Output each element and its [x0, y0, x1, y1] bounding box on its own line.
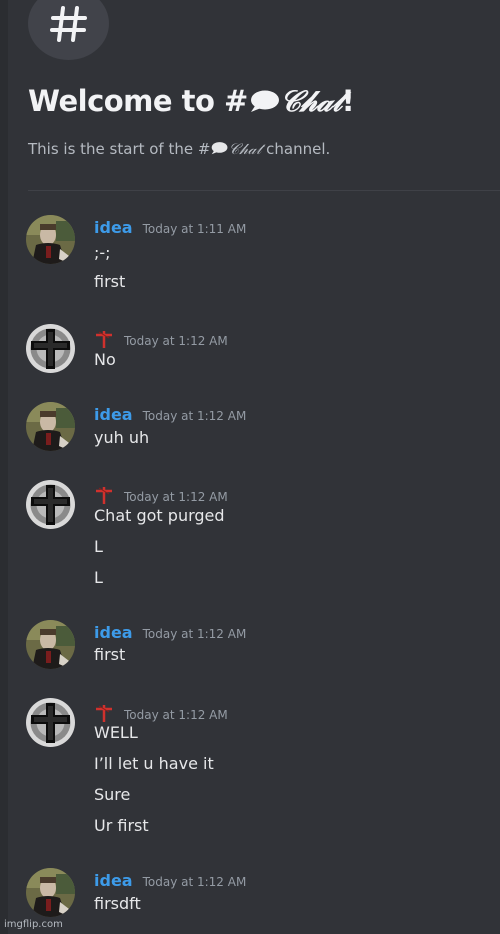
message-header: idea Today at 1:11 AM	[94, 218, 246, 237]
message-text: L	[94, 568, 103, 587]
welcome-title: Welcome to # 𝒞𝒽𝒶𝓉!	[28, 84, 355, 118]
timestamp[interactable]: Today at 1:12 AM	[124, 490, 228, 504]
dagger-cross-icon	[96, 331, 112, 348]
sidebar-edge	[0, 0, 8, 934]
hash-icon	[49, 5, 87, 42]
message-text: firsdft	[94, 894, 141, 913]
speech-bubble-icon	[250, 90, 279, 112]
message-header: idea Today at 1:12 AM	[94, 871, 246, 890]
dagger-cross-icon	[96, 487, 112, 504]
message-text: ;-;	[94, 243, 111, 262]
username[interactable]: idea	[94, 218, 133, 237]
avatar-idea[interactable]	[26, 620, 75, 669]
avatar-idea[interactable]	[26, 868, 75, 917]
dagger-cross-icon	[96, 705, 112, 722]
message-text: first	[94, 645, 126, 664]
message-text: I’ll let u have it	[94, 754, 214, 773]
message-text: first	[94, 272, 126, 291]
message-header: idea Today at 1:12 AM	[94, 623, 246, 642]
channel-description: This is the start of the # 𝒞𝒽𝒶𝓉 channel.	[28, 140, 331, 158]
username[interactable]: idea	[94, 623, 133, 642]
avatar-cross[interactable]	[26, 324, 75, 373]
message-text: Chat got purged	[94, 506, 225, 525]
message-text: Sure	[94, 785, 131, 804]
message-text: L	[94, 537, 103, 556]
timestamp[interactable]: Today at 1:12 AM	[124, 334, 228, 348]
username[interactable]	[94, 701, 114, 723]
watermark: imgflip.com	[4, 919, 63, 930]
channel-icon	[28, 0, 109, 60]
message-text: No	[94, 350, 116, 369]
message-text: Ur first	[94, 816, 149, 835]
timestamp[interactable]: Today at 1:12 AM	[124, 708, 228, 722]
message-text: WELL	[94, 723, 138, 742]
username[interactable]	[94, 483, 114, 505]
divider	[28, 190, 500, 191]
username[interactable]: idea	[94, 405, 133, 424]
avatar-cross[interactable]	[26, 480, 75, 529]
message-header: Today at 1:12 AM	[94, 327, 228, 349]
avatar-idea[interactable]	[26, 402, 75, 451]
message-header: Today at 1:12 AM	[94, 483, 228, 505]
timestamp[interactable]: Today at 1:12 AM	[143, 875, 247, 889]
timestamp[interactable]: Today at 1:11 AM	[143, 222, 247, 236]
message-header: Today at 1:12 AM	[94, 701, 228, 723]
avatar-cross[interactable]	[26, 698, 75, 747]
message-header: idea Today at 1:12 AM	[94, 405, 246, 424]
username[interactable]: idea	[94, 871, 133, 890]
timestamp[interactable]: Today at 1:12 AM	[143, 409, 247, 423]
timestamp[interactable]: Today at 1:12 AM	[143, 627, 247, 641]
avatar-idea[interactable]	[26, 215, 75, 264]
speech-bubble-icon	[212, 142, 228, 155]
message-text: yuh uh	[94, 428, 150, 447]
username[interactable]	[94, 327, 114, 349]
